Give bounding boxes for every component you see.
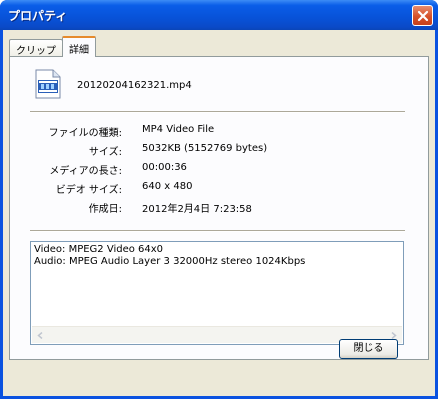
property-row-file-type: ファイルの種類: MP4 Video File: [10, 124, 410, 139]
tab-clip[interactable]: クリップ: [9, 39, 63, 57]
property-row-created: 作成日: 2012年2月4日 7:23:58: [10, 200, 410, 215]
property-value: 00:00:36: [142, 162, 187, 173]
properties-dialog: プロパティ クリップ 詳細 20120204162321.mp4 ファイルの種類…: [0, 0, 438, 399]
property-row-duration: メディアの長さ: 00:00:36: [10, 162, 410, 177]
property-label: 作成日:: [88, 204, 122, 215]
property-label: ビデオ サイズ:: [55, 185, 122, 196]
property-label: メディアの長さ:: [49, 166, 122, 177]
window-title: プロパティ: [8, 9, 68, 23]
property-row-size: サイズ: 5032KB (5152769 bytes): [10, 143, 410, 158]
property-value: 5032KB (5152769 bytes): [142, 143, 268, 154]
info-line-audio: Audio: MPEG Audio Layer 3 32000Hz stereo…: [34, 256, 306, 267]
divider: [30, 230, 405, 232]
details-panel: 20120204162321.mp4 ファイルの種類: MP4 Video Fi…: [9, 56, 429, 360]
close-icon: [417, 10, 428, 21]
info-line-video: Video: MPEG2 Video 64x0: [34, 244, 164, 255]
property-value: MP4 Video File: [142, 124, 215, 135]
chevron-left-icon: [37, 331, 43, 339]
property-label: ファイルの種類:: [48, 128, 122, 139]
dialog-client-area: クリップ 詳細 20120204162321.mp4 ファイルの種類: MP4 …: [3, 30, 435, 396]
chevron-right-icon: [391, 331, 397, 339]
media-info-textbox[interactable]: Video: MPEG2 Video 64x0 Audio: MPEG Audi…: [30, 241, 404, 345]
tab-details[interactable]: 詳細: [62, 36, 96, 57]
video-file-icon: [35, 69, 61, 99]
scroll-left-button[interactable]: [32, 327, 49, 343]
property-row-video-size: ビデオ サイズ: 640 x 480: [10, 181, 410, 196]
property-value: 2012年2月4日 7:23:58: [142, 204, 252, 215]
window-close-button[interactable]: [412, 5, 433, 26]
divider: [30, 111, 405, 113]
file-name: 20120204162321.mp4: [77, 80, 192, 91]
property-label: サイズ:: [88, 147, 122, 158]
close-button[interactable]: 閉じる: [339, 339, 398, 359]
property-value: 640 x 480: [142, 181, 193, 192]
tab-strip: クリップ 詳細: [9, 36, 96, 57]
title-bar[interactable]: プロパティ: [0, 0, 438, 30]
